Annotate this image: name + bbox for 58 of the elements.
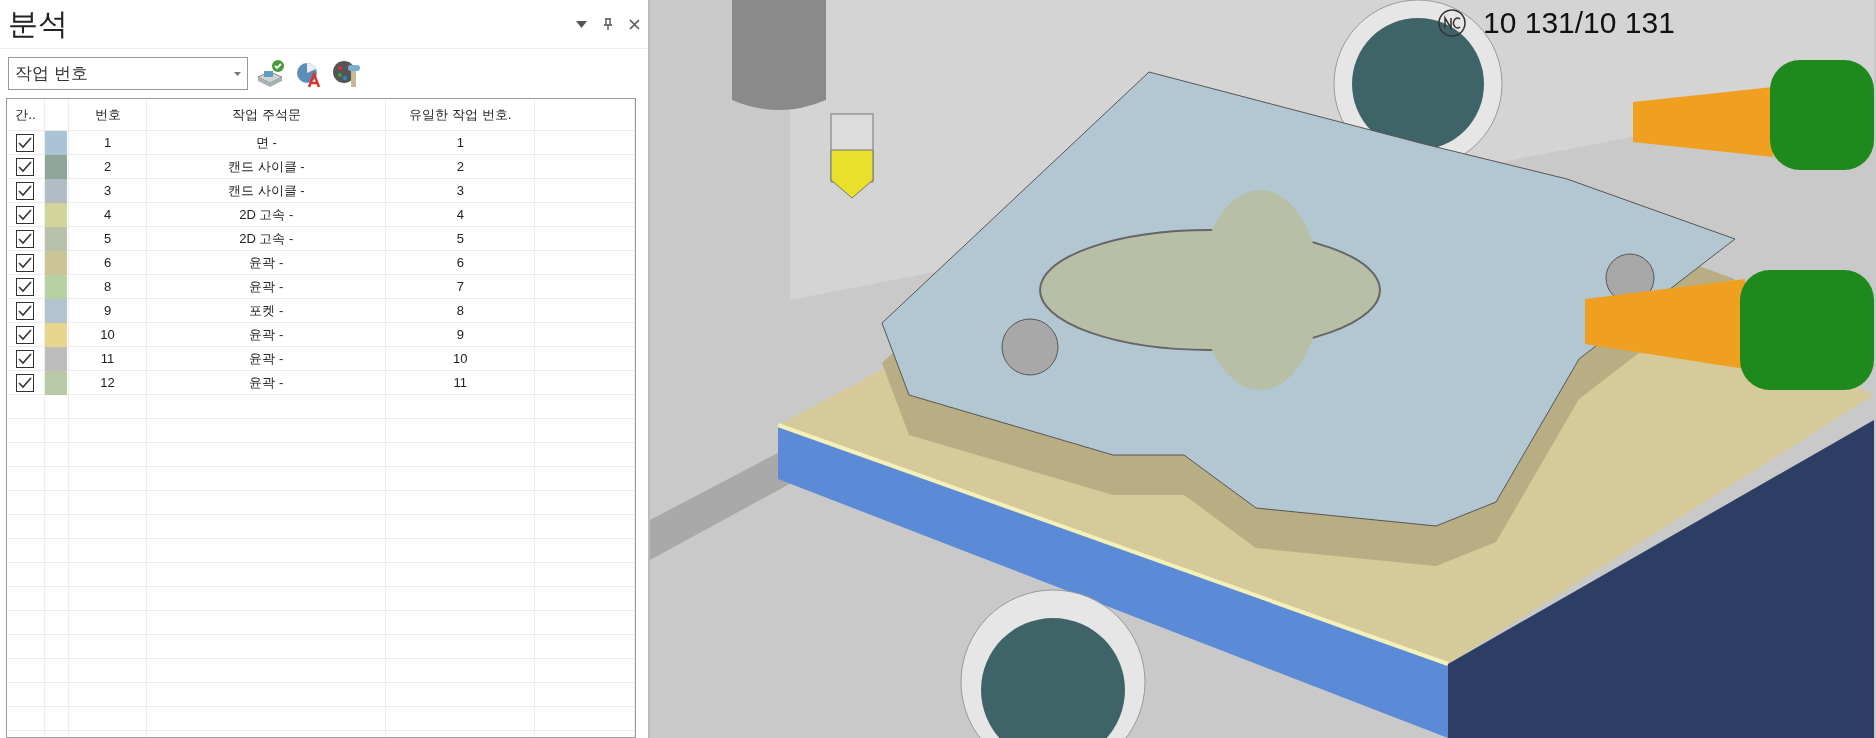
table-cell-text: 8 <box>456 301 464 320</box>
checkbox[interactable] <box>16 349 35 368</box>
table-cell-text: 윤곽 - <box>249 325 284 344</box>
table-cell-text: 4 <box>456 205 464 224</box>
operation-counter: 10 131/10 131 <box>1483 8 1675 38</box>
table-cell-text: 윤곽 - <box>249 373 284 392</box>
table-cell-text: 12 <box>100 373 115 392</box>
palette-tool-icon[interactable] <box>332 58 362 89</box>
pin-icon[interactable] <box>603 18 613 30</box>
table-cell-text: 5 <box>103 229 112 248</box>
column-header: 번호 <box>94 105 121 124</box>
column-header: 간.. <box>15 105 36 124</box>
checkbox[interactable] <box>16 301 35 320</box>
table-cell-text: 9 <box>103 301 112 320</box>
caret-icon[interactable] <box>234 71 241 76</box>
table-cell-text: 윤곽 - <box>249 277 284 296</box>
checkbox[interactable] <box>16 181 35 200</box>
close-icon[interactable] <box>629 18 640 30</box>
checkbox[interactable] <box>16 277 35 296</box>
nc-icon <box>1437 8 1467 38</box>
table-cell-text: 4 <box>103 205 112 224</box>
table-cell-text: 2 <box>456 157 464 176</box>
checkbox[interactable] <box>16 133 35 152</box>
checkbox[interactable] <box>16 157 35 176</box>
table-cell-text: 캔드 사이클 - <box>228 181 305 200</box>
column-header: 유일한 작업 번호. <box>409 105 512 124</box>
table-cell-text: 7 <box>456 277 464 296</box>
checked-model-icon[interactable] <box>256 58 286 89</box>
table-cell-text: 6 <box>103 253 112 272</box>
table-cell-text: 10 <box>453 349 468 368</box>
table-cell-text: 3 <box>103 181 112 200</box>
checkbox[interactable] <box>16 325 35 344</box>
table-cell-text: 3 <box>456 181 464 200</box>
table-cell-text: 포켓 - <box>249 301 284 320</box>
checkbox[interactable] <box>16 253 35 272</box>
table-cell-text: 2D 고속 - <box>239 229 294 248</box>
table-cell-text: 10 <box>100 325 115 344</box>
checkbox[interactable] <box>16 373 35 392</box>
checkbox[interactable] <box>16 205 35 224</box>
table-cell-text: 11 <box>453 373 468 392</box>
table-cell-text: 캔드 사이클 - <box>228 157 305 176</box>
panel-title: 분석 <box>8 9 68 39</box>
table-cell-text: 9 <box>456 325 464 344</box>
dropdown-icon[interactable] <box>576 20 587 28</box>
table-cell-text: 11 <box>100 349 115 368</box>
checkbox[interactable] <box>16 229 35 248</box>
table-cell-text: 8 <box>103 277 112 296</box>
table-cell-text: 2D 고속 - <box>239 205 294 224</box>
table-cell-text: 5 <box>456 229 464 248</box>
table-cell-text: 1 <box>456 133 464 152</box>
table-cell-text: 면 - <box>255 133 277 152</box>
table-cell-text: 윤곽 - <box>249 253 284 272</box>
table-cell-text: 1 <box>103 133 112 152</box>
table-cell-text: 6 <box>456 253 464 272</box>
column-header: 작업 주석문 <box>231 105 301 124</box>
dropdown[interactable]: 작업 번호 <box>8 57 248 90</box>
table-cell-text: 2 <box>103 157 112 176</box>
table-cell-text: 윤곽 - <box>249 349 284 368</box>
